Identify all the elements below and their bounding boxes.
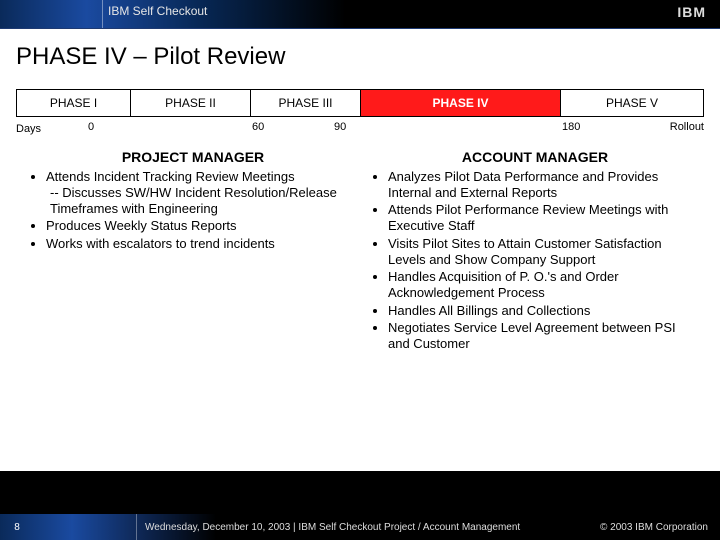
tick-180: 180 [562,121,580,133]
phase-4: PHASE IV [361,89,561,117]
phase-3: PHASE III [251,89,361,117]
phase-1: PHASE I [16,89,131,117]
left-column: PROJECT MANAGER Attends Incident Trackin… [28,149,358,463]
footer-divider [136,514,137,540]
left-bullet-1-sub: -- Discusses SW/HW Incident Resolution/R… [50,185,358,218]
header-subtitle: IBM Self Checkout [108,4,207,18]
tick-0: 0 [88,121,94,133]
tick-60: 60 [252,121,264,133]
tick-rollout: Rollout [670,121,704,133]
right-heading: ACCOUNT MANAGER [370,149,700,167]
tick-90: 90 [334,121,346,133]
phase-2: PHASE II [131,89,251,117]
right-bullet-3: Visits Pilot Sites to Attain Customer Sa… [388,236,700,269]
left-heading: PROJECT MANAGER [28,149,358,167]
phase-boxes: PHASE I PHASE II PHASE III PHASE IV PHAS… [16,89,704,117]
right-bullet-5: Handles All Billings and Collections [388,303,700,319]
footer-text: Wednesday, December 10, 2003 | IBM Self … [145,522,600,533]
ibm-logo: IBM [677,4,706,20]
left-bullet-3: Works with escalators to trend incidents [46,236,358,252]
right-list: Analyzes Pilot Data Performance and Prov… [370,169,700,353]
page-title: PHASE IV – Pilot Review [16,43,704,71]
page-number: 8 [0,522,34,533]
right-bullet-2: Attends Pilot Performance Review Meeting… [388,202,700,235]
phase-5: PHASE V [561,89,704,117]
right-bullet-6: Negotiates Service Level Agreement betwe… [388,320,700,353]
right-bullet-1: Analyzes Pilot Data Performance and Prov… [388,169,700,202]
header-bar: IBM Self Checkout IBM [0,0,720,28]
right-bullet-4: Handles Acquisition of P. O.'s and Order… [388,269,700,302]
days-label: Days [16,123,56,135]
left-list: Attends Incident Tracking Review Meeting… [28,169,358,252]
left-bullet-1: Attends Incident Tracking Review Meeting… [46,169,358,218]
left-bullet-2: Produces Weekly Status Reports [46,218,358,234]
title-area: PHASE IV – Pilot Review [0,29,720,89]
header-divider [102,0,103,28]
days-row: Days 0 60 90 180 Rollout [16,121,704,137]
content-columns: PROJECT MANAGER Attends Incident Trackin… [0,141,720,471]
footer-bar: 8 Wednesday, December 10, 2003 | IBM Sel… [0,514,720,540]
right-column: ACCOUNT MANAGER Analyzes Pilot Data Perf… [370,149,700,463]
left-bullet-1-text: Attends Incident Tracking Review Meeting… [46,169,295,184]
footer-copyright: © 2003 IBM Corporation [600,522,708,533]
phase-timeline: PHASE I PHASE II PHASE III PHASE IV PHAS… [0,89,720,141]
